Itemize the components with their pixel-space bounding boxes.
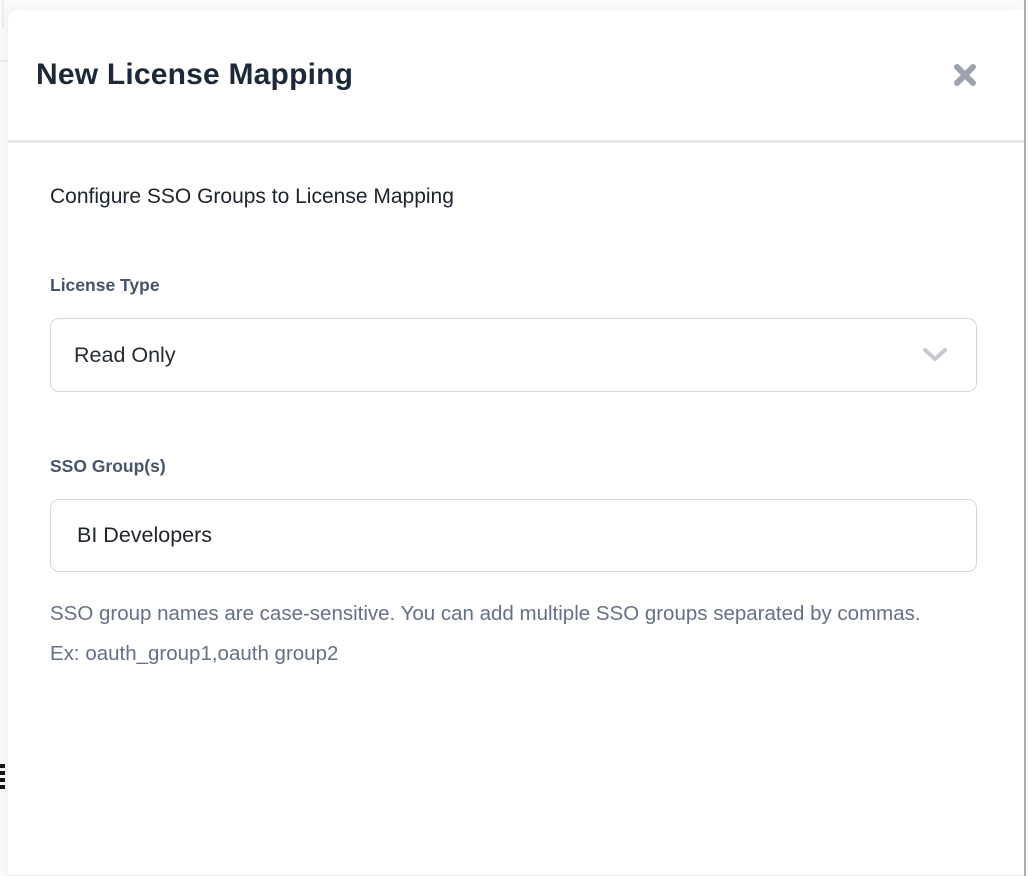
background-divider-artifact [0, 60, 8, 62]
chevron-down-icon [922, 347, 948, 363]
license-type-select[interactable]: Read Only [50, 318, 977, 392]
sso-groups-help: SSO group names are case-sensitive. You … [50, 594, 930, 674]
sso-groups-label: SSO Group(s) [50, 456, 977, 477]
close-button[interactable] [950, 60, 980, 90]
menu-lines-artifact [0, 764, 5, 789]
modal-title: New License Mapping [36, 58, 353, 92]
modal-subtitle: Configure SSO Groups to License Mapping [50, 185, 977, 209]
sso-groups-input[interactable] [50, 499, 977, 572]
modal-body: Configure SSO Groups to License Mapping … [8, 185, 1024, 674]
license-type-label: License Type [50, 275, 977, 296]
window-right-edge [1024, 0, 1026, 876]
license-type-selected-value: Read Only [74, 343, 176, 368]
background-edge-line [2, 0, 4, 28]
modal-header: New License Mapping [8, 10, 1024, 143]
new-license-mapping-modal: New License Mapping Configure SSO Groups… [8, 10, 1024, 876]
close-icon [952, 62, 978, 88]
